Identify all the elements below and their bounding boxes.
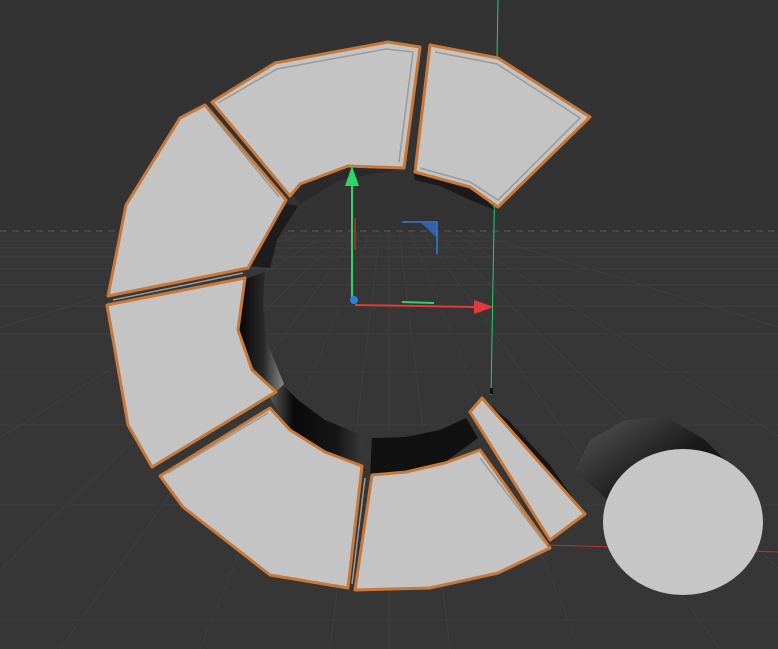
3d-viewport[interactable]: [0, 0, 778, 649]
vertical-guide-marker: [490, 388, 493, 394]
cylinder-cap[interactable]: [603, 449, 763, 595]
viewport-canvas[interactable]: [0, 0, 778, 649]
z-axis-handle[interactable]: [401, 301, 435, 304]
axis-origin-dot[interactable]: [350, 296, 358, 304]
